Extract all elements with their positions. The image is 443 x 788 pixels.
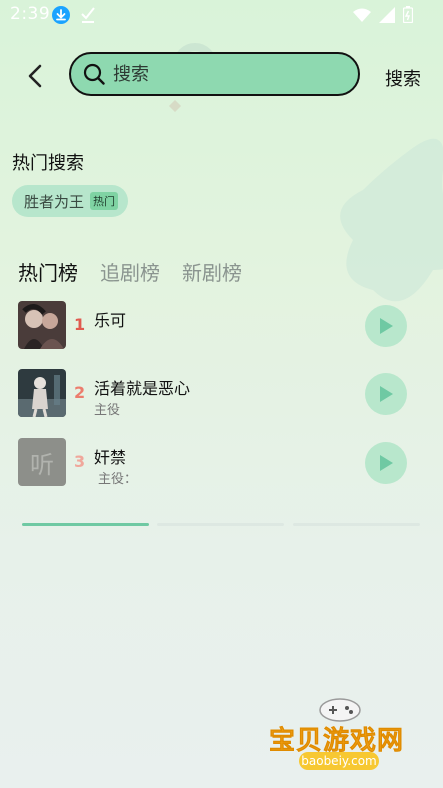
play-icon bbox=[380, 455, 393, 471]
wifi-icon bbox=[353, 7, 371, 26]
hot-tag-badge: 热门 bbox=[90, 192, 119, 210]
pager-indicator bbox=[157, 523, 284, 526]
chevron-left-icon bbox=[28, 64, 42, 88]
status-bar: 2:39 bbox=[0, 0, 443, 30]
item-title: 乐可 bbox=[94, 311, 127, 330]
hot-search-chip-label: 胜者为王 bbox=[24, 192, 85, 211]
tab-new[interactable]: 新剧榜 bbox=[182, 257, 242, 286]
rank-number: 3 bbox=[74, 452, 86, 471]
cover-image bbox=[18, 369, 66, 417]
play-button[interactable] bbox=[365, 305, 407, 347]
status-icons bbox=[353, 6, 414, 27]
pager-indicator bbox=[293, 523, 420, 526]
play-button[interactable] bbox=[365, 373, 407, 415]
cover-placeholder-text: 听 bbox=[30, 450, 54, 479]
cover-placeholder: 听 bbox=[18, 438, 66, 486]
watermark: 宝贝游戏网 baobeiy.com bbox=[265, 690, 415, 780]
search-bar[interactable] bbox=[69, 52, 360, 96]
rank-number: 2 bbox=[74, 383, 86, 402]
item-subtitle: 主役 bbox=[94, 403, 121, 418]
signal-icon bbox=[379, 6, 395, 27]
hot-search-chip[interactable]: 胜者为王 热门 bbox=[12, 185, 129, 217]
tab-following[interactable]: 追剧榜 bbox=[100, 257, 160, 286]
pager-indicator-active bbox=[22, 523, 149, 526]
hot-search-title: 热门搜索 bbox=[12, 153, 84, 174]
battery-icon bbox=[402, 6, 414, 27]
list-item[interactable]: 2 活着就是恶心 主役 bbox=[18, 369, 428, 419]
ranking-tabs: 热门榜 追剧榜 新剧榜 bbox=[18, 257, 242, 286]
item-subtitle: 主役： bbox=[98, 472, 138, 487]
list-item[interactable]: 1 乐可 bbox=[18, 301, 428, 351]
watermark-url: baobeiy.com bbox=[299, 752, 379, 770]
list-item[interactable]: 听 3 奸禁 主役： bbox=[18, 438, 428, 488]
search-input[interactable] bbox=[111, 62, 335, 86]
play-icon bbox=[380, 318, 393, 334]
item-title: 奸禁 bbox=[94, 448, 127, 467]
check-icon bbox=[80, 6, 96, 28]
status-time: 2:39 bbox=[10, 4, 51, 24]
search-icon bbox=[83, 63, 105, 85]
play-icon bbox=[380, 386, 393, 402]
cover-image bbox=[18, 301, 66, 349]
rank-number: 1 bbox=[74, 315, 86, 334]
play-button[interactable] bbox=[365, 442, 407, 484]
download-icon bbox=[52, 6, 70, 24]
search-button[interactable]: 搜索 bbox=[385, 65, 421, 91]
item-title: 活着就是恶心 bbox=[94, 379, 191, 398]
back-button[interactable] bbox=[20, 60, 50, 92]
tab-hot[interactable]: 热门榜 bbox=[18, 257, 78, 286]
